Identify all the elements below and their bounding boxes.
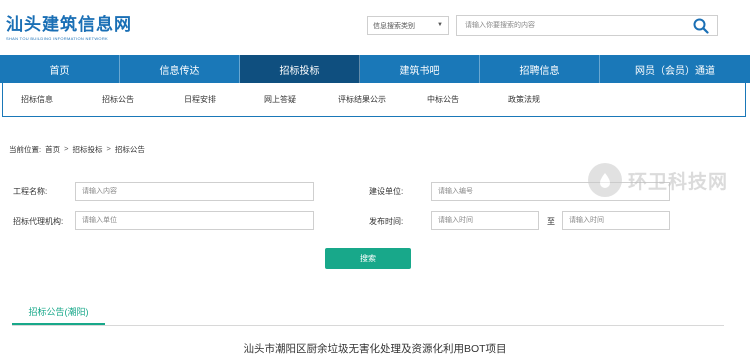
subnav-schedule[interactable]: 日程安排 bbox=[184, 94, 216, 105]
nav-info[interactable]: 信息传达 bbox=[120, 55, 240, 83]
site-logo[interactable]: 汕头建筑信息网 SHAN TOU BUILDING INFORMATION NE… bbox=[6, 10, 132, 41]
search-button[interactable]: 搜索 bbox=[325, 248, 411, 269]
subnav-bid-info[interactable]: 招标信息 bbox=[21, 94, 53, 105]
search-box bbox=[456, 15, 718, 36]
nav-books[interactable]: 建筑书吧 bbox=[360, 55, 480, 83]
search-category-value: 信息搜索类别 bbox=[373, 23, 415, 30]
nav-home[interactable]: 首页 bbox=[0, 55, 120, 83]
chevron-down-icon: ▼ bbox=[437, 22, 443, 28]
logo-title: 汕头建筑信息网 bbox=[6, 15, 132, 35]
agency-label: 招标代理机构: bbox=[13, 217, 64, 226]
site-header: 汕头建筑信息网 SHAN TOU BUILDING INFORMATION NE… bbox=[0, 0, 750, 55]
project-name-label: 工程名称: bbox=[13, 187, 48, 196]
project-name-input[interactable] bbox=[75, 182, 314, 201]
subnav-evaluation-result[interactable]: 评标结果公示 bbox=[338, 94, 386, 105]
breadcrumb: 当前位置: 首页 > 招标投标 > 招标公告 bbox=[9, 144, 145, 155]
breadcrumb-prefix: 当前位置: bbox=[9, 145, 42, 154]
time-to-input[interactable] bbox=[562, 211, 670, 230]
logo-subtitle: SHAN TOU BUILDING INFORMATION NETWORK bbox=[6, 36, 108, 41]
nav-members[interactable]: 网员（会员）通道 bbox=[600, 55, 750, 83]
time-to-label: 至 bbox=[547, 217, 555, 226]
subnav-online-qa[interactable]: 网上答疑 bbox=[264, 94, 296, 105]
breadcrumb-bidding[interactable]: 招标投标 bbox=[72, 144, 102, 155]
agency-input[interactable] bbox=[75, 211, 314, 230]
tab-bid-notice-chaoyang[interactable]: 招标公告(潮阳) bbox=[12, 300, 105, 325]
sub-nav: 招标信息 招标公告 日程安排 网上答疑 评标结果公示 中标公告 政策法规 bbox=[2, 83, 746, 117]
main-nav: 首页 信息传达 招标投标 建筑书吧 招聘信息 网员（会员）通道 bbox=[0, 55, 750, 83]
nav-bidding[interactable]: 招标投标 bbox=[240, 55, 360, 83]
nav-jobs[interactable]: 招聘信息 bbox=[480, 55, 600, 83]
subnav-award-notice[interactable]: 中标公告 bbox=[427, 94, 459, 105]
publish-time-label: 发布时间: bbox=[369, 217, 404, 226]
watermark-logo-icon bbox=[588, 163, 622, 197]
watermark: 环卫科技网 bbox=[579, 161, 749, 199]
time-from-input[interactable] bbox=[431, 211, 539, 230]
builder-label: 建设单位: bbox=[369, 187, 404, 196]
watermark-text: 环卫科技网 bbox=[628, 170, 729, 193]
tab-divider bbox=[12, 325, 724, 326]
subnav-bid-notice[interactable]: 招标公告 bbox=[102, 94, 134, 105]
breadcrumb-separator: > bbox=[64, 144, 69, 153]
search-category-select[interactable]: 信息搜索类别 ▼ bbox=[367, 16, 449, 35]
subnav-policy[interactable]: 政策法规 bbox=[508, 94, 540, 105]
search-input[interactable] bbox=[457, 16, 677, 35]
list-item-title[interactable]: 汕头市潮阳区厨余垃圾无害化处理及资源化利用BOT项目 bbox=[0, 341, 750, 356]
search-icon[interactable] bbox=[693, 18, 709, 34]
breadcrumb-current: 招标公告 bbox=[114, 145, 145, 154]
breadcrumb-separator: > bbox=[106, 144, 111, 153]
breadcrumb-home[interactable]: 首页 bbox=[45, 144, 60, 155]
